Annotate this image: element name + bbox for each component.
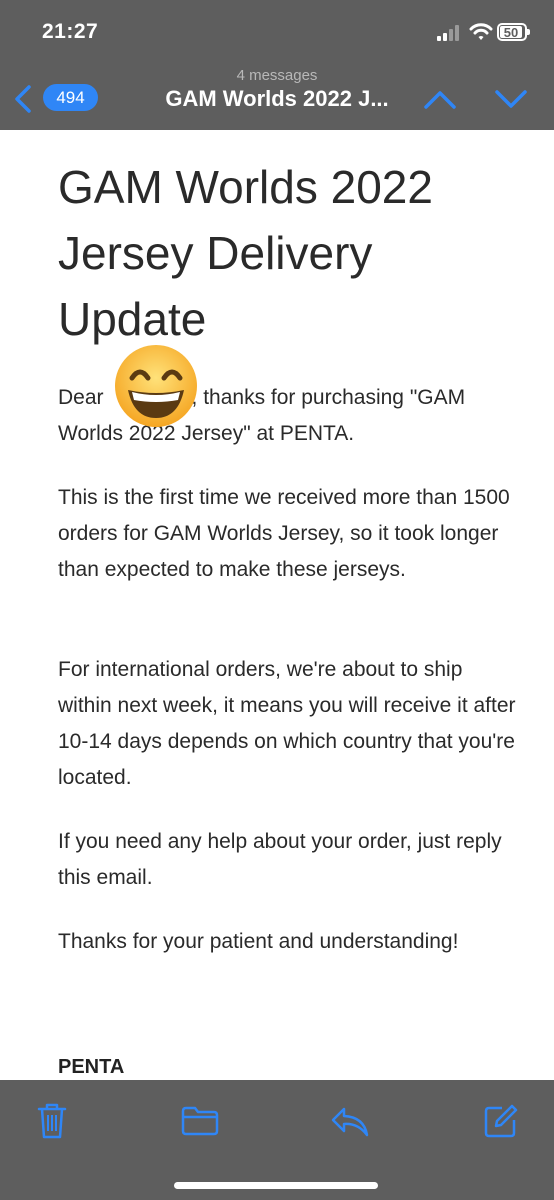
email-heading: GAM Worlds 2022 Jersey Delivery Update [58, 161, 433, 345]
home-indicator[interactable] [174, 1182, 378, 1189]
wifi-icon [469, 23, 493, 40]
paragraph-help: If you need any help about your order, j… [58, 830, 502, 889]
signoff: PENTA [58, 1056, 125, 1078]
next-message-icon[interactable] [494, 88, 528, 110]
battery-level: 50 [500, 26, 522, 39]
reply-icon[interactable] [330, 1106, 370, 1138]
email-body: GAM Worlds 2022 Jersey Delivery Update D… [58, 154, 518, 1078]
paragraph-orders: This is the first time we received more … [58, 486, 510, 581]
message-count: 4 messages [236, 67, 318, 84]
status-time: 21:27 [42, 20, 99, 43]
cellular-signal-icon [437, 25, 459, 41]
paragraph-thanks: Thanks for your patient and understandin… [58, 930, 459, 953]
thread-title: GAM Worlds 2022 J... [165, 86, 389, 111]
greeting: Dear [58, 386, 104, 409]
compose-icon[interactable] [482, 1104, 518, 1140]
folder-icon[interactable] [181, 1106, 219, 1136]
back-chevron-icon[interactable] [12, 84, 34, 114]
paragraph-shipping: For international orders, we're about to… [58, 658, 516, 789]
top-bar: 21:27 50 494 4 messages GAM Worlds 2022 … [0, 0, 554, 130]
trash-icon[interactable] [36, 1102, 68, 1140]
unread-count-badge[interactable]: 494 [43, 84, 98, 111]
grinning-emoji-icon [115, 345, 197, 427]
battery-icon: 50 [497, 23, 530, 41]
previous-message-icon[interactable] [423, 88, 457, 110]
